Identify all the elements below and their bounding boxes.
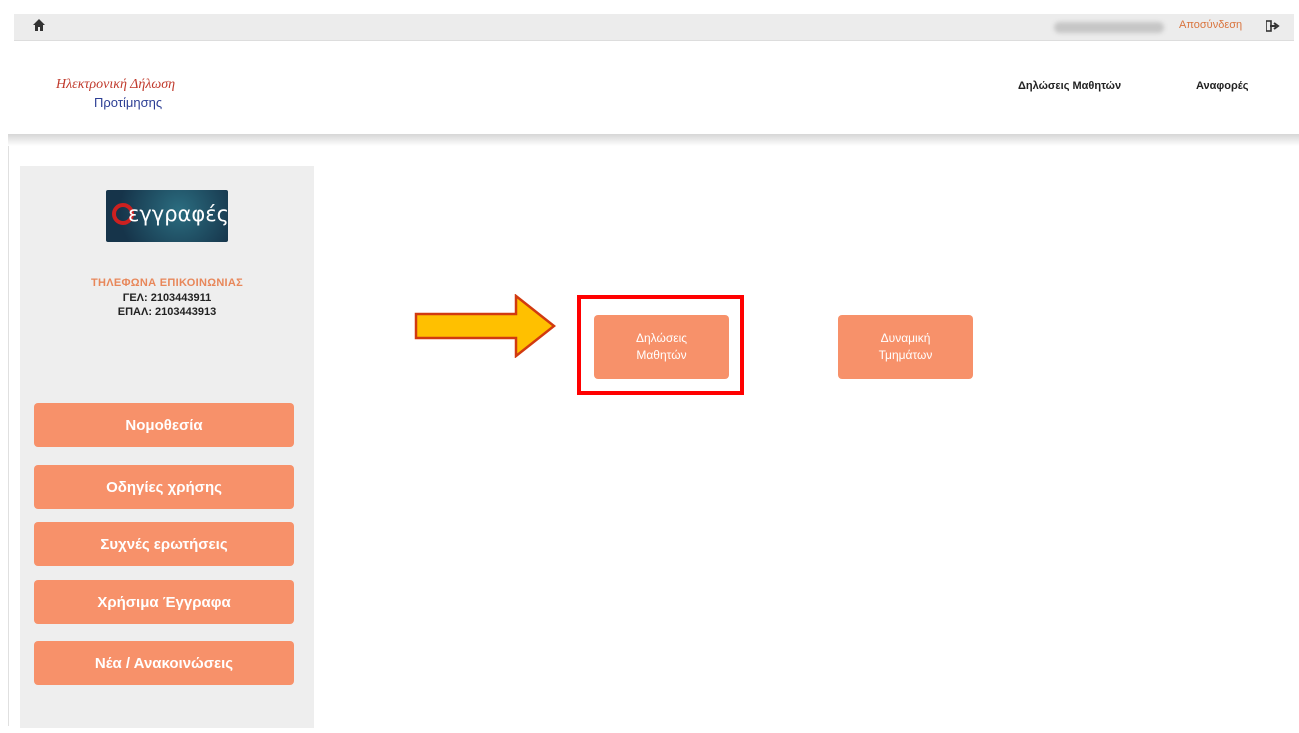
button-label-line1: Δυναμική xyxy=(880,331,931,345)
sidebar: εγγραφές ΤΗΛΕΦΩΝΑ ΕΠΙΚΟΙΝΩΝΙΑΣ ΓΕΛ: 2103… xyxy=(20,166,314,728)
nav-link-student-declarations[interactable]: Δηλώσεις Μαθητών xyxy=(1018,80,1121,92)
phone-gel: ΓΕΛ: 2103443911 xyxy=(122,292,212,304)
header-divider xyxy=(8,134,1299,146)
top-bar: Αποσύνδεση xyxy=(14,14,1294,41)
home-icon[interactable] xyxy=(32,18,46,32)
sign-out-icon[interactable] xyxy=(1266,20,1280,32)
news-announcements-button[interactable]: Νέα / Ανακοινώσεις xyxy=(34,641,294,685)
button-label-line1: Δηλώσεις xyxy=(635,331,688,345)
brand-title: Ηλεκτρονική Δήλωση xyxy=(56,77,176,92)
nav-link-reports[interactable]: Αναφορές xyxy=(1196,80,1249,92)
logout-link[interactable]: Αποσύνδεση xyxy=(1179,19,1242,31)
student-declarations-button[interactable]: Δηλώσεις Μαθητών xyxy=(594,315,729,379)
faq-button[interactable]: Συχνές ερωτήσεις xyxy=(34,522,294,566)
eggrafes-logo: εγγραφές xyxy=(106,190,228,242)
contact-title: ΤΗΛΕΦΩΝΑ ΕΠΙΚΟΙΝΩΝΙΑΣ xyxy=(90,277,244,289)
brand-subtitle: Προτίμησης xyxy=(94,95,163,110)
class-capacity-button[interactable]: Δυναμική Τμημάτων xyxy=(838,315,973,379)
page-left-border xyxy=(8,146,9,726)
phone-epal: ΕΠΑΛ: 2103443913 xyxy=(117,306,217,318)
legislation-button[interactable]: Νομοθεσία xyxy=(34,403,294,447)
username-blurred xyxy=(1054,22,1164,33)
button-label-line2: Μαθητών xyxy=(636,348,687,362)
pointer-arrow-icon xyxy=(414,294,556,358)
logo-text: εγγραφές xyxy=(128,202,228,226)
button-label-line2: Τμημάτων xyxy=(878,348,933,362)
brand-logo[interactable]: Ηλεκτρονική Δήλωση Προτίμησης xyxy=(56,77,246,121)
useful-documents-button[interactable]: Χρήσιμα Έγγραφα xyxy=(34,580,294,624)
user-guide-button[interactable]: Οδηγίες χρήσης xyxy=(34,465,294,509)
